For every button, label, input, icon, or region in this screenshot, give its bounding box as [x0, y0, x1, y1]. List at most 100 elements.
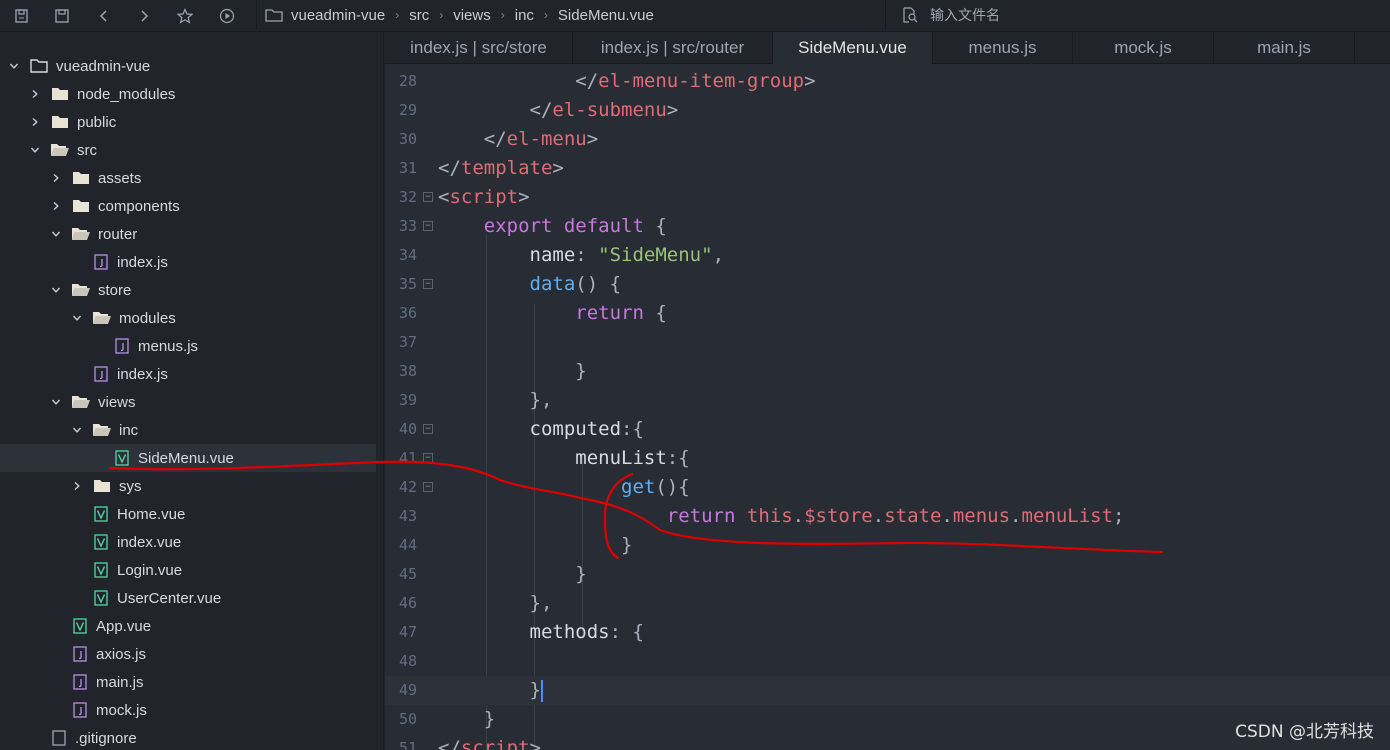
chevron-down-icon[interactable]: [29, 144, 41, 156]
code-line[interactable]: 34 name: "SideMenu",: [385, 241, 1390, 270]
fold-toggle-icon[interactable]: −: [423, 453, 433, 463]
code-line[interactable]: 47 methods: {: [385, 618, 1390, 647]
chevron-right-icon[interactable]: [50, 200, 62, 212]
tree-item[interactable]: modules: [0, 304, 376, 332]
tree-item[interactable]: store: [0, 276, 376, 304]
code-line[interactable]: 44 }: [385, 531, 1390, 560]
chevron-down-icon[interactable]: [50, 284, 62, 296]
code-token: {: [643, 302, 667, 324]
chevron-right-icon[interactable]: [50, 172, 62, 184]
tree-item[interactable]: index.js: [0, 248, 376, 276]
tree-item[interactable]: node_modules: [0, 80, 376, 108]
code-token: methods: [529, 621, 610, 643]
breadcrumb-item[interactable]: views: [453, 7, 491, 24]
tree-item[interactable]: vueadmin-vue: [0, 52, 376, 80]
save-icon[interactable]: [52, 6, 72, 26]
star-icon[interactable]: [175, 6, 195, 26]
code-line[interactable]: 38 }: [385, 357, 1390, 386]
fold-toggle-icon[interactable]: −: [423, 279, 433, 289]
code-line[interactable]: 33− export default {: [385, 212, 1390, 241]
tree-item[interactable]: views: [0, 388, 376, 416]
js-file-icon: [72, 646, 88, 662]
code-line[interactable]: 43 return this.$store.state.menus.menuLi…: [385, 502, 1390, 531]
code-line[interactable]: 36 return {: [385, 299, 1390, 328]
tab-3[interactable]: menus.js: [933, 32, 1073, 64]
code-line[interactable]: 42− get(){: [385, 473, 1390, 502]
tab-2[interactable]: SideMenu.vue: [773, 32, 933, 64]
code-token: </: [575, 70, 599, 92]
code-line[interactable]: 35− data() {: [385, 270, 1390, 299]
chevron-right-icon[interactable]: [29, 88, 41, 100]
tab-5[interactable]: main.js: [1214, 32, 1355, 64]
tab-4[interactable]: mock.js: [1073, 32, 1214, 64]
tree-item[interactable]: Home.vue: [0, 500, 376, 528]
code-line[interactable]: 40− computed:{: [385, 415, 1390, 444]
code-line[interactable]: 41− menuList:{: [385, 444, 1390, 473]
save-all-icon[interactable]: [12, 6, 32, 26]
tree-item[interactable]: mock.js: [0, 696, 376, 724]
fold-toggle-icon[interactable]: −: [423, 482, 433, 492]
back-icon[interactable]: [94, 6, 114, 26]
tree-item[interactable]: index.vue: [0, 528, 376, 556]
tree-item[interactable]: assets: [0, 164, 376, 192]
tree-item[interactable]: main.js: [0, 668, 376, 696]
code-line[interactable]: 31 </template>: [385, 154, 1390, 183]
tree-item[interactable]: sys: [0, 472, 376, 500]
code-token: },: [529, 592, 553, 614]
breadcrumb-item[interactable]: src: [409, 7, 429, 24]
code-line[interactable]: 49 }: [385, 676, 1390, 705]
tree-item[interactable]: components: [0, 192, 376, 220]
code-line[interactable]: 32− <script>: [385, 183, 1390, 212]
tree-item[interactable]: axios.js: [0, 640, 376, 668]
code-line[interactable]: 30 </el-menu>: [385, 125, 1390, 154]
fold-toggle-icon[interactable]: −: [423, 192, 433, 202]
tree-item[interactable]: .gitignore: [0, 724, 376, 750]
line-number: 33: [398, 217, 417, 235]
chevron-down-icon[interactable]: [71, 424, 83, 436]
file-search-input[interactable]: 输入文件名: [896, 0, 1390, 30]
tree-item[interactable]: Login.vue: [0, 556, 376, 584]
breadcrumb-item[interactable]: inc: [515, 7, 534, 24]
tree-item-label: router: [98, 225, 138, 243]
chevron-down-icon[interactable]: [50, 228, 62, 240]
run-icon[interactable]: [217, 6, 237, 26]
tree-item[interactable]: menus.js: [0, 332, 376, 360]
fold-toggle-icon[interactable]: −: [423, 424, 433, 434]
code-line[interactable]: 48: [385, 647, 1390, 676]
chevron-right-icon[interactable]: [29, 116, 41, 128]
code-line[interactable]: 28 </el-menu-item-group>: [385, 67, 1390, 96]
tree-item[interactable]: UserCenter.vue: [0, 584, 376, 612]
folder-open-icon: [72, 226, 90, 242]
fold-toggle-icon[interactable]: −: [423, 221, 433, 231]
tab-1[interactable]: index.js | src/router: [573, 32, 773, 64]
chevron-down-icon[interactable]: [71, 312, 83, 324]
chevron-right-icon[interactable]: [71, 480, 83, 492]
tab-0[interactable]: index.js | src/store: [385, 32, 573, 64]
tree-item[interactable]: public: [0, 108, 376, 136]
tree-item[interactable]: src: [0, 136, 376, 164]
tree-item[interactable]: index.js: [0, 360, 376, 388]
code-token: }: [483, 708, 496, 730]
tree-item[interactable]: SideMenu.vue: [0, 444, 376, 472]
js-file-icon: [93, 254, 109, 270]
code-editor[interactable]: 28 </el-menu-item-group> 29 </el-submenu>…: [385, 64, 1390, 750]
code-line[interactable]: 29 </el-submenu>: [385, 96, 1390, 125]
code-line[interactable]: 45 }: [385, 560, 1390, 589]
chevron-down-icon[interactable]: [8, 60, 20, 72]
chevron-down-icon[interactable]: [50, 396, 62, 408]
code-line[interactable]: 37: [385, 328, 1390, 357]
js-file-icon: [114, 338, 130, 354]
code-line[interactable]: 39 },: [385, 386, 1390, 415]
breadcrumb-item[interactable]: SideMenu.vue: [558, 7, 654, 24]
breadcrumb: vueadmin-vue › src › views › inc › SideM…: [256, 0, 886, 30]
tree-item[interactable]: inc: [0, 416, 376, 444]
tree-item[interactable]: App.vue: [0, 612, 376, 640]
tree-item[interactable]: router: [0, 220, 376, 248]
forward-icon[interactable]: [134, 6, 154, 26]
code-token: >: [518, 186, 530, 208]
vue-file-icon: [114, 450, 130, 466]
code-line[interactable]: 46 },: [385, 589, 1390, 618]
breadcrumb-item[interactable]: vueadmin-vue: [291, 7, 385, 24]
code-token: script: [460, 737, 530, 750]
